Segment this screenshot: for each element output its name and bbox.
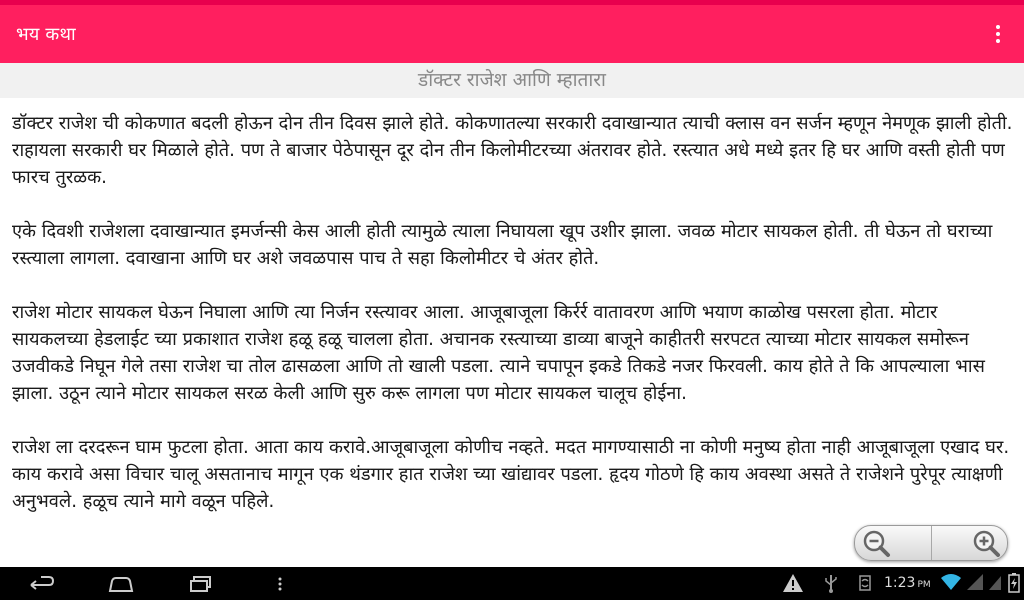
back-icon	[30, 575, 55, 590]
more-vert-icon[interactable]	[986, 19, 1010, 49]
signal-icon	[966, 573, 984, 591]
clock-time: 1:23	[884, 575, 916, 591]
story-paragraph: राजेश ला दरदरून घाम फुटला होता. आता काय …	[12, 437, 1010, 512]
story-title: डॉक्टर राजेश आणि म्हातारा	[418, 69, 606, 91]
menu-button[interactable]	[270, 571, 290, 596]
zoom-in-button[interactable]	[932, 526, 1008, 560]
zoom-out-button[interactable]	[855, 526, 932, 560]
more-dot	[996, 25, 1000, 29]
battery-icon	[1008, 573, 1020, 593]
navigation-bar: 1:23 PM	[0, 567, 1024, 600]
wifi-icon	[940, 573, 962, 591]
recents-icon	[190, 575, 211, 592]
signal-icon	[988, 573, 1002, 591]
sync-icon	[856, 573, 874, 593]
usb-icon	[824, 573, 838, 593]
app-bar: भय कथा	[0, 5, 1024, 63]
zoom-controls	[854, 525, 1008, 561]
warning-icon	[782, 573, 804, 593]
clock-ampm: PM	[917, 580, 931, 590]
more-dot	[996, 39, 1000, 43]
home-button[interactable]	[106, 571, 136, 596]
back-button[interactable]	[26, 571, 56, 596]
clock: 1:23 PM	[884, 575, 931, 591]
zoom-in-icon	[973, 530, 1000, 557]
zoom-out-icon	[863, 530, 890, 557]
story-paragraph: एके दिवशी राजेशला दवाखान्यात इमर्जन्सी क…	[12, 221, 993, 269]
story-content[interactable]: डॉक्टर राजेश ची कोकणात बदली होऊन दोन तीन…	[12, 110, 1016, 550]
home-icon	[108, 576, 134, 592]
recents-button[interactable]	[186, 571, 216, 596]
story-paragraph: राजेश मोटार सायकल घेऊन निघाला आणि त्या न…	[12, 302, 985, 404]
app-title: भय कथा	[16, 24, 76, 45]
story-title-bar: डॉक्टर राजेश आणि म्हातारा	[0, 63, 1024, 98]
more-dot	[996, 32, 1000, 36]
menu-dots-icon	[278, 577, 282, 590]
story-paragraph: डॉक्टर राजेश ची कोकणात बदली होऊन दोन तीन…	[12, 113, 1013, 188]
